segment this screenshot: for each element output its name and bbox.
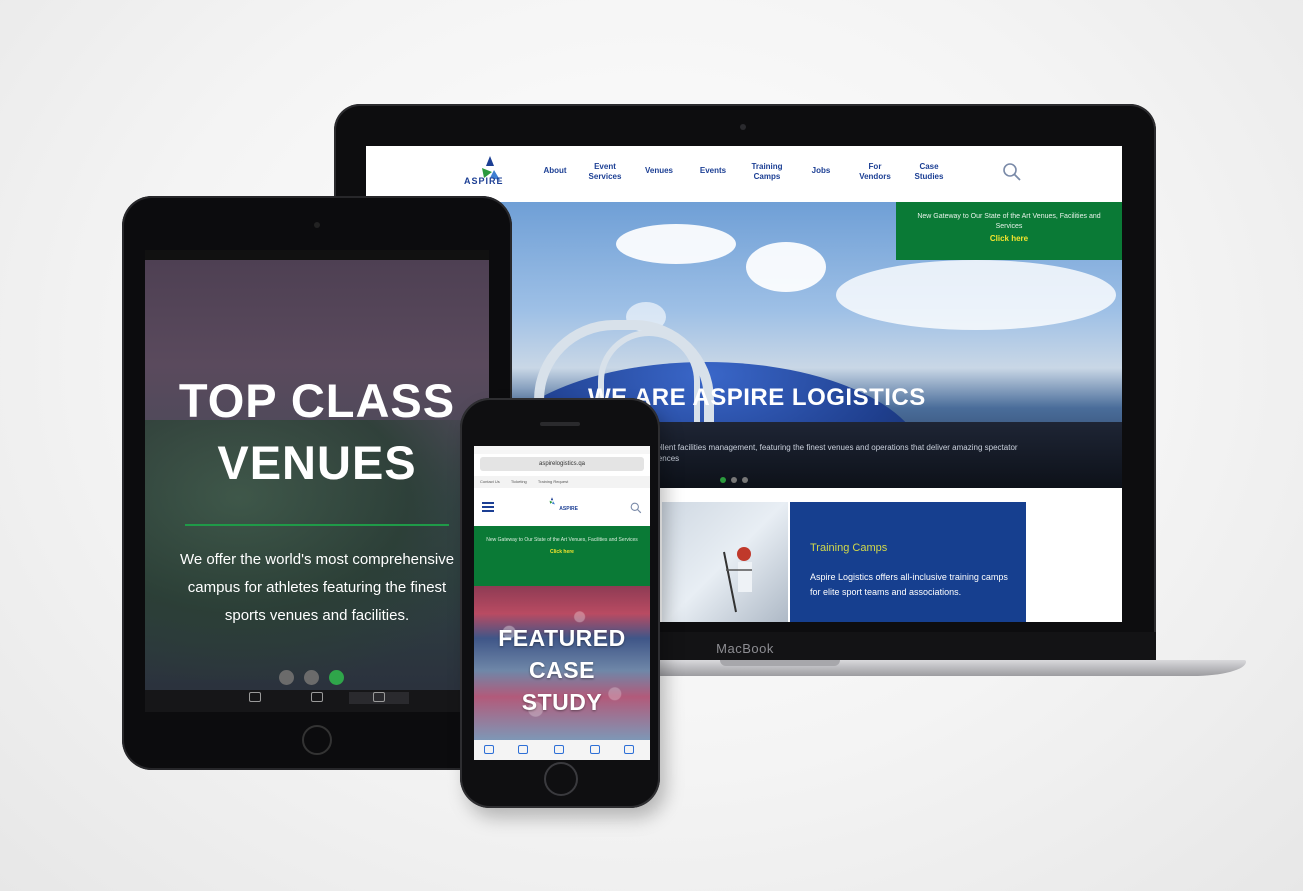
site-logo-text[interactable]: ASPIRE: [464, 176, 504, 186]
hero-subtitle: …excellent facilities management, featur…: [636, 443, 1018, 463]
tablet-carousel-dots[interactable]: [279, 670, 354, 690]
phone-logo[interactable]: ASPIRE: [546, 496, 578, 512]
carousel-dot[interactable]: [742, 477, 748, 483]
aspire-logo-icon[interactable]: [470, 152, 510, 192]
phone-promo-message: New Gateway to Our State of the Art Venu…: [486, 537, 638, 543]
tablet-copy: We offer the world's most comprehensive …: [179, 551, 455, 624]
search-icon[interactable]: [1002, 162, 1022, 182]
carousel-dot[interactable]: [720, 477, 726, 483]
carousel-dot[interactable]: [304, 670, 319, 685]
tablet-tab-bar: [145, 690, 489, 712]
phone-link-training[interactable]: Training Request: [538, 479, 568, 484]
tablet-divider: [185, 524, 449, 526]
nav-jobs[interactable]: Jobs: [798, 166, 844, 176]
phone-logo-text: ASPIRE: [559, 506, 578, 512]
feature-line: STUDY: [521, 689, 603, 715]
tab-icon: [249, 692, 261, 702]
card-title[interactable]: Training Camps: [810, 542, 887, 554]
hero-carousel-dots[interactable]: [720, 470, 753, 488]
tablet-headline-line: VENUES: [217, 436, 417, 489]
tablet-camera: [314, 222, 320, 228]
nav-training-camps[interactable]: Training Camps: [744, 162, 790, 182]
carousel-dot[interactable]: [329, 670, 344, 685]
menu-icon[interactable]: [482, 502, 494, 512]
hero-cloud: [836, 260, 1116, 330]
phone-link-ticketing[interactable]: Ticketing: [511, 479, 527, 484]
forward-icon[interactable]: [518, 745, 528, 754]
hero-cloud: [616, 224, 736, 264]
bookmarks-icon[interactable]: [590, 745, 600, 754]
tabs-icon[interactable]: [624, 745, 634, 754]
phone-speaker: [540, 422, 580, 426]
phone-url-bar[interactable]: aspirelogistics.qa: [480, 457, 644, 471]
tablet-home-button[interactable]: [302, 725, 332, 755]
archer-figure: [723, 547, 752, 613]
tablet-headline-line: TOP CLASS: [178, 374, 456, 427]
tablet-tab[interactable]: [287, 692, 347, 704]
phone-quick-links: Contact Us Ticketing Training Request: [474, 476, 650, 488]
card-body: Aspire Logistics offers all-inclusive tr…: [810, 572, 1008, 597]
tablet-tab[interactable]: [225, 692, 285, 704]
tablet-tab-selected[interactable]: [349, 692, 409, 704]
tab-icon: [373, 692, 385, 702]
phone-feature-title[interactable]: FEATURED CASE STUDY: [474, 622, 650, 718]
search-icon[interactable]: [630, 502, 642, 514]
archery-photo: [662, 502, 788, 622]
tablet-status-bar: [145, 250, 489, 260]
tab-icon: [311, 692, 323, 702]
phone-browser-toolbar: [474, 740, 650, 760]
tablet-headline: TOP CLASS VENUES: [145, 370, 489, 494]
aspire-logo-icon: [549, 497, 556, 505]
promo-cta-link[interactable]: Click here: [990, 234, 1028, 243]
phone-status-bar: [474, 446, 650, 454]
promo-message: New Gateway to Our State of the Art Venu…: [917, 213, 1101, 230]
nav-case-studies[interactable]: Case Studies: [906, 162, 952, 182]
feature-line: FEATURED: [498, 625, 626, 651]
phone-promo-banner[interactable]: New Gateway to Our State of the Art Venu…: [474, 526, 650, 586]
phone-promo-cta[interactable]: Click here: [550, 549, 574, 555]
promo-banner[interactable]: New Gateway to Our State of the Art Venu…: [896, 202, 1122, 260]
carousel-dot[interactable]: [731, 477, 737, 483]
tablet-screen: TOP CLASS VENUES We offer the world's mo…: [145, 250, 489, 712]
training-camps-card[interactable]: Training Camps Aspire Logistics offers a…: [790, 502, 1026, 622]
nav-event-services[interactable]: Event Services: [582, 162, 628, 182]
feature-line: CASE: [529, 657, 595, 683]
nav-about[interactable]: About: [532, 166, 578, 176]
phone-link-contact[interactable]: Contact Us: [480, 479, 500, 484]
laptop-notch: [720, 660, 840, 666]
carousel-dot[interactable]: [279, 670, 294, 685]
share-icon[interactable]: [554, 745, 564, 754]
back-icon[interactable]: [484, 745, 494, 754]
laptop-camera: [740, 124, 746, 130]
phone-site-header: ASPIRE: [474, 490, 650, 524]
phone-screen: aspirelogistics.qa Contact Us Ticketing …: [474, 446, 650, 760]
nav-venues[interactable]: Venues: [636, 166, 682, 176]
phone-home-button[interactable]: [544, 762, 578, 796]
hero-cloud: [746, 242, 826, 292]
nav-events[interactable]: Events: [690, 166, 736, 176]
site-header: ASPIRE About Event Services Venues Event…: [366, 146, 1122, 202]
nav-for-vendors[interactable]: For Vendors: [852, 162, 898, 182]
